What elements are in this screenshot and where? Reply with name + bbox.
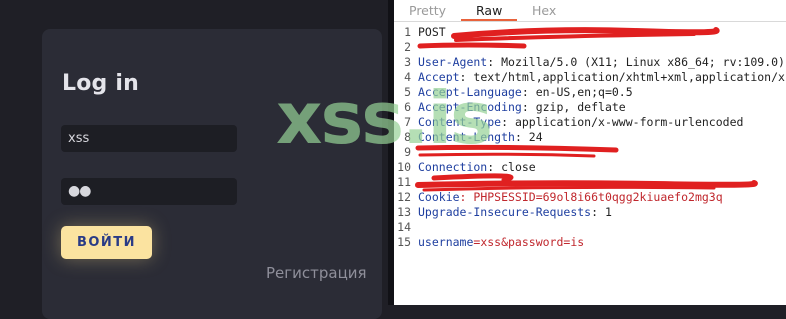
header-value: : Mozilla/5.0 (X11; Linux x86_64; rv:109… <box>487 55 785 69</box>
tab-hex[interactable]: Hex <box>532 3 556 18</box>
register-link[interactable]: Регистрация <box>266 264 367 282</box>
login-button[interactable]: ВОЙТИ <box>61 226 152 259</box>
line-number: 1 <box>404 25 411 39</box>
line-number: 3 <box>404 55 411 69</box>
line-number: 10 <box>397 160 411 174</box>
header-name: Cookie <box>418 190 460 204</box>
username-field[interactable]: xss <box>61 125 237 152</box>
header-value: : 1 <box>591 205 612 219</box>
line-number: 15 <box>397 235 411 249</box>
request-method: POST <box>418 25 453 39</box>
page-title: Log in <box>62 71 139 96</box>
code-line: 12 Cookie: PHPSESSID=69ol8i66t0qgg2kiuaef… <box>394 190 786 205</box>
line-number: 2 <box>404 40 411 54</box>
header-name: Upgrade-Insecure-Requests <box>418 205 592 219</box>
tab-pretty[interactable]: Pretty <box>409 3 446 18</box>
header-value: : text/html,application/xhtml+xml,applic… <box>459 70 785 84</box>
code-line: 1 POST <box>394 25 786 40</box>
code-line: 15 username=xss&password=is <box>394 235 786 250</box>
line-number: 11 <box>397 175 411 189</box>
line-number: 14 <box>397 220 411 234</box>
line-number: 13 <box>397 205 411 219</box>
code-line: 11 <box>394 175 786 190</box>
code-line: 10 Connection: close <box>394 160 786 175</box>
line-number: 12 <box>397 190 411 204</box>
header-value: : 24 <box>514 130 543 144</box>
cookie-value: : PHPSESSID=69ol8i66t0qgg2kiuaefo2mg3q <box>459 190 723 204</box>
body-param-value: =xss&password=is <box>473 235 585 249</box>
tab-raw[interactable]: Raw <box>476 3 502 18</box>
header-name: Connection <box>418 160 488 174</box>
viewer-tabs: Pretty Raw Hex <box>394 0 786 22</box>
header-value: : close <box>487 160 536 174</box>
active-tab-indicator <box>461 19 517 21</box>
header-value: : en-US,en;q=0.5 <box>521 85 633 99</box>
password-field[interactable]: ●● <box>61 178 237 205</box>
code-line: 2 <box>394 40 786 55</box>
header-value: : gzip, deflate <box>521 100 626 114</box>
header-name: User-Agent <box>418 55 488 69</box>
code-line: 14 <box>394 220 786 235</box>
code-line: 3 User-Agent: Mozilla/5.0 (X11; Linux x86… <box>394 55 786 70</box>
code-line: 13 Upgrade-Insecure-Requests: 1 <box>394 205 786 220</box>
header-value: : application/x-www-form-urlencoded <box>501 115 744 129</box>
body-param-name: username <box>418 235 474 249</box>
site-watermark: xss.is <box>276 76 493 160</box>
login-card: Log in xss ●● ВОЙТИ Регистрация <box>42 29 382 319</box>
